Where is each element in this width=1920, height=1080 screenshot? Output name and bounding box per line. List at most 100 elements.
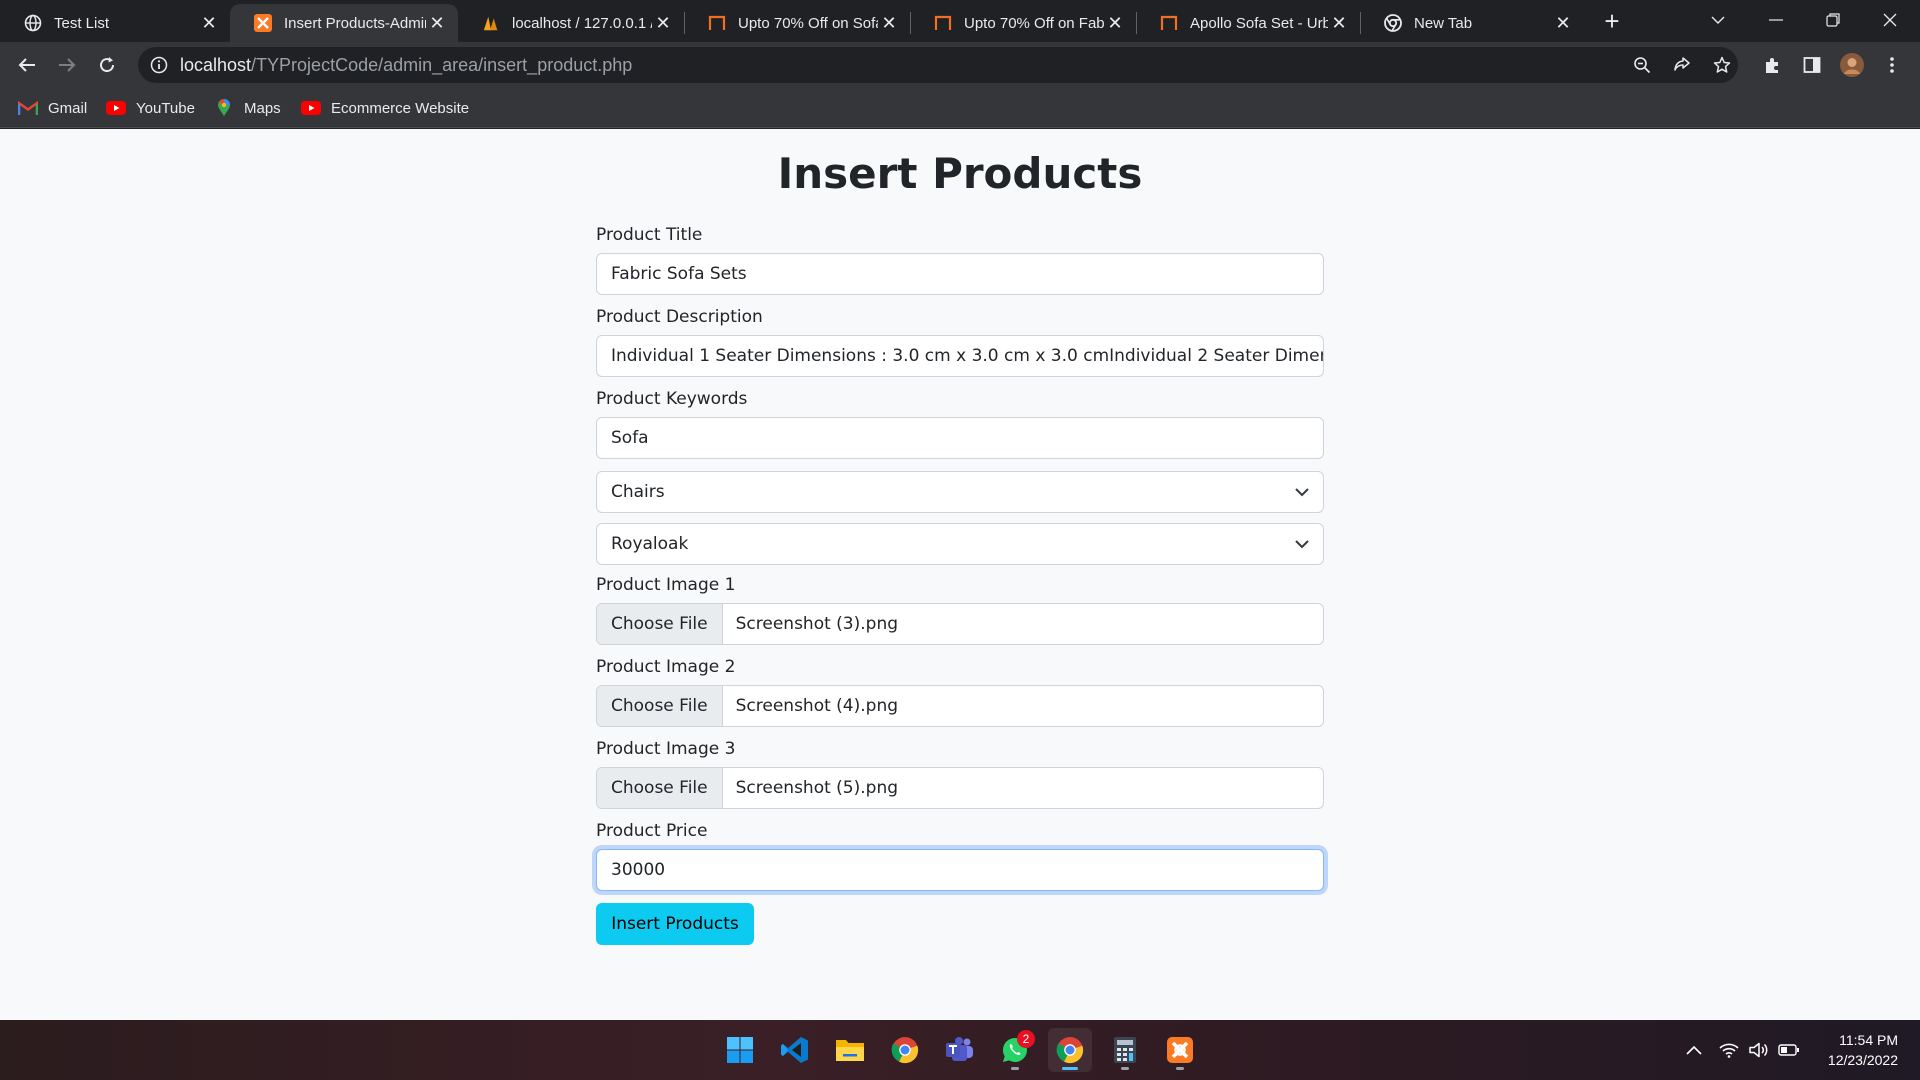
close-tab-icon[interactable]: ✕ bbox=[426, 12, 448, 34]
choose-file-button[interactable]: Choose File bbox=[597, 768, 723, 808]
url-host: localhost bbox=[180, 54, 252, 75]
browser-menu-icon[interactable] bbox=[1876, 49, 1908, 81]
volume-icon[interactable] bbox=[1748, 1036, 1770, 1064]
category-selected-value: Chairs bbox=[611, 482, 665, 502]
bookmark-gmail[interactable]: Gmail bbox=[18, 96, 87, 120]
choose-file-button[interactable]: Choose File bbox=[597, 604, 723, 644]
profile-avatar[interactable] bbox=[1836, 49, 1868, 81]
forward-icon[interactable] bbox=[51, 49, 83, 81]
close-tab-icon[interactable]: ✕ bbox=[1104, 12, 1126, 34]
youtube-icon bbox=[301, 100, 321, 116]
close-tab-icon[interactable]: ✕ bbox=[878, 12, 900, 34]
bookmarks-bar: Gmail YouTube Maps Ecommerce Website bbox=[0, 88, 1920, 128]
windows-taskbar: 2 11:54 PM 12/23/2022 bbox=[0, 1020, 1920, 1080]
back-icon[interactable] bbox=[11, 49, 43, 81]
choose-file-button[interactable]: Choose File bbox=[597, 686, 723, 726]
xampp-icon[interactable] bbox=[1158, 1028, 1202, 1072]
product-image3-file-input[interactable]: Choose File Screenshot (5).png bbox=[596, 767, 1324, 809]
product-description-input[interactable]: Individual 1 Seater Dimensions : 3.0 cm … bbox=[596, 335, 1324, 377]
bookmark-youtube[interactable]: YouTube bbox=[106, 96, 195, 120]
address-bar[interactable]: localhost/TYProjectCode/admin_area/inser… bbox=[138, 47, 1738, 83]
insert-products-button[interactable]: Insert Products bbox=[596, 903, 754, 945]
chevron-up-icon[interactable] bbox=[1683, 1036, 1705, 1064]
extensions-icon[interactable] bbox=[1756, 49, 1788, 81]
product-image3-label: Product Image 3 bbox=[596, 739, 736, 759]
product-description-label: Product Description bbox=[596, 307, 763, 327]
tab-title: Test List bbox=[54, 14, 110, 32]
minimize-icon[interactable] bbox=[1748, 0, 1804, 40]
globe-icon bbox=[24, 14, 42, 32]
tab-title: Insert Products-Admin bbox=[284, 14, 426, 32]
restore-icon[interactable] bbox=[1805, 0, 1861, 40]
system-clock[interactable]: 11:54 PM 12/23/2022 bbox=[1828, 1030, 1898, 1070]
windows-start-icon[interactable] bbox=[718, 1028, 762, 1072]
tab-fabric-offer[interactable]: Upto 70% Off on Fabr ✕ bbox=[910, 4, 1136, 42]
new-tab-button[interactable]: + bbox=[1598, 6, 1626, 36]
product-image2-label: Product Image 2 bbox=[596, 657, 736, 677]
wifi-icon[interactable] bbox=[1718, 1036, 1740, 1064]
product-title-label: Product Title bbox=[596, 225, 703, 245]
insert-product-form: Product Title Fabric Sofa Sets Product D… bbox=[596, 221, 1324, 945]
product-title-input[interactable]: Fabric Sofa Sets bbox=[596, 253, 1324, 295]
close-tab-icon[interactable]: ✕ bbox=[1552, 12, 1574, 34]
product-price-label: Product Price bbox=[596, 821, 708, 841]
maps-icon bbox=[214, 99, 234, 116]
category-select[interactable]: Chairs bbox=[596, 471, 1324, 513]
vscode-icon[interactable] bbox=[773, 1028, 817, 1072]
calculator-icon[interactable] bbox=[1103, 1028, 1147, 1072]
product-image1-label: Product Image 1 bbox=[596, 575, 736, 595]
url-path: /TYProjectCode/admin_area/insert_product… bbox=[251, 54, 633, 75]
chevron-down-icon bbox=[1295, 534, 1309, 554]
tab-strip: Test List ✕ Insert Products-Admin ✕ loca… bbox=[0, 0, 1920, 42]
urban-ladder-icon bbox=[1160, 14, 1178, 32]
bookmark-maps[interactable]: Maps bbox=[214, 96, 281, 120]
tab-test-list[interactable]: Test List ✕ bbox=[0, 4, 230, 42]
urban-ladder-icon bbox=[934, 14, 952, 32]
product-price-input[interactable]: 30000 bbox=[596, 849, 1324, 891]
browser-toolbar: localhost/TYProjectCode/admin_area/inser… bbox=[0, 42, 1920, 88]
tab-title: localhost / 127.0.0.1 / bbox=[512, 14, 652, 32]
product-image1-file-input[interactable]: Choose File Screenshot (3).png bbox=[596, 603, 1324, 645]
bookmark-label: Maps bbox=[244, 99, 281, 117]
close-tab-icon[interactable]: ✕ bbox=[198, 12, 220, 34]
bookmark-label: YouTube bbox=[136, 99, 195, 117]
phpmyadmin-icon bbox=[482, 14, 500, 32]
chrome-icon bbox=[1384, 14, 1402, 32]
whatsapp-icon[interactable]: 2 bbox=[993, 1028, 1037, 1072]
battery-icon[interactable] bbox=[1778, 1036, 1800, 1064]
brand-selected-value: Royaloak bbox=[611, 534, 689, 554]
teams-icon[interactable] bbox=[938, 1028, 982, 1072]
bookmark-label: Ecommerce Website bbox=[331, 99, 470, 117]
tab-apollo-sofa[interactable]: Apollo Sofa Set - Urb ✕ bbox=[1136, 4, 1360, 42]
zoom-icon[interactable] bbox=[1624, 47, 1660, 83]
selected-file-name: Screenshot (4).png bbox=[735, 696, 899, 716]
tab-title: Upto 70% Off on Sofa bbox=[738, 14, 878, 32]
brand-select[interactable]: Royaloak bbox=[596, 523, 1324, 565]
product-image2-file-input[interactable]: Choose File Screenshot (4).png bbox=[596, 685, 1324, 727]
chevron-down-icon bbox=[1295, 482, 1309, 502]
site-info-icon[interactable] bbox=[150, 56, 168, 74]
chrome-icon[interactable] bbox=[1048, 1028, 1092, 1072]
tab-phpmyadmin[interactable]: localhost / 127.0.0.1 / ✕ bbox=[458, 4, 684, 42]
product-keywords-label: Product Keywords bbox=[596, 389, 748, 409]
file-explorer-icon[interactable] bbox=[828, 1028, 872, 1072]
reload-icon[interactable] bbox=[91, 49, 123, 81]
close-window-icon[interactable] bbox=[1862, 0, 1918, 40]
bookmark-label: Gmail bbox=[48, 99, 88, 117]
close-tab-icon[interactable]: ✕ bbox=[1328, 12, 1350, 34]
gmail-icon bbox=[18, 100, 38, 116]
url-text: localhost/TYProjectCode/admin_area/inser… bbox=[180, 55, 632, 76]
side-panel-icon[interactable] bbox=[1796, 49, 1828, 81]
close-tab-icon[interactable]: ✕ bbox=[652, 12, 674, 34]
tab-sofa-offer[interactable]: Upto 70% Off on Sofa ✕ bbox=[684, 4, 910, 42]
xampp-icon bbox=[254, 14, 272, 32]
product-keywords-input[interactable]: Sofa bbox=[596, 417, 1324, 459]
tab-search-icon[interactable] bbox=[1690, 0, 1746, 40]
bookmark-star-icon[interactable] bbox=[1704, 47, 1740, 83]
page-title: Insert Products bbox=[777, 149, 1143, 198]
tab-insert-products[interactable]: Insert Products-Admin ✕ bbox=[230, 4, 458, 42]
share-icon[interactable] bbox=[1664, 47, 1700, 83]
tab-new-tab[interactable]: New Tab ✕ bbox=[1360, 4, 1584, 42]
bookmark-ecommerce-website[interactable]: Ecommerce Website bbox=[301, 96, 469, 120]
chrome-icon[interactable] bbox=[883, 1028, 927, 1072]
